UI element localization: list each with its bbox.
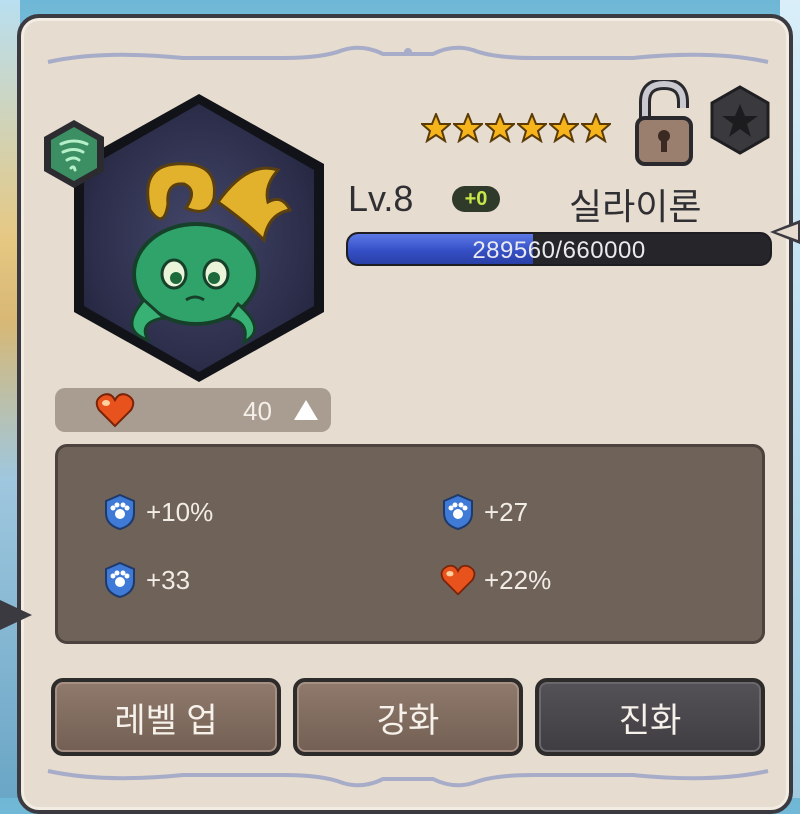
- stat-item: +10%: [102, 493, 213, 531]
- level-label: Lv.8: [348, 178, 414, 219]
- stat-value: +22%: [484, 564, 552, 595]
- star-icon: [581, 113, 611, 143]
- enhance-button[interactable]: 강화: [293, 678, 523, 756]
- shield-paw-icon: [443, 493, 473, 531]
- stat-value: +27: [484, 496, 529, 527]
- star-icon: [453, 113, 483, 143]
- unlock-icon[interactable]: [633, 80, 695, 168]
- exp-text: 289560/660000: [472, 237, 646, 264]
- star-icon: [549, 113, 579, 143]
- side-tab-left: [0, 600, 32, 630]
- stats-box: +10% +27 +33 +22%: [55, 444, 765, 644]
- stat-value: +33: [146, 564, 191, 595]
- favorite-star-icon[interactable]: [709, 84, 771, 156]
- exp-bar: 289560/660000: [346, 232, 772, 266]
- power-value: 40: [243, 396, 272, 426]
- heart-icon: [95, 393, 135, 428]
- level-up-button[interactable]: 레벨 업: [51, 678, 281, 756]
- wind-element-icon: [44, 120, 104, 188]
- stat-item: +33: [102, 561, 190, 599]
- bottom-ornament: [47, 769, 769, 788]
- character-name: 실라이론: [569, 186, 702, 227]
- character-portrait[interactable]: [68, 90, 330, 386]
- top-ornament: [47, 45, 769, 64]
- shield-paw-icon: [105, 561, 135, 599]
- star-icon: [485, 113, 515, 143]
- up-arrow-icon: [294, 400, 318, 420]
- evolve-button[interactable]: 진화: [535, 678, 765, 756]
- star-icon: [517, 113, 547, 143]
- stat-value: +10%: [146, 496, 214, 527]
- star-icon: [421, 113, 451, 143]
- enhance-level-badge: +0: [452, 186, 500, 212]
- character-info-panel: Lv.8 +0 실라이론 289560/660000 40 +10% +27 +…: [17, 14, 793, 814]
- stat-item: +27: [440, 493, 528, 531]
- star-rating: [421, 113, 611, 143]
- shield-paw-icon: [105, 493, 135, 531]
- side-tab-right: [770, 220, 800, 244]
- heart-icon: [440, 564, 476, 596]
- stat-item: +22%: [440, 561, 551, 599]
- power-box: 40: [55, 388, 331, 432]
